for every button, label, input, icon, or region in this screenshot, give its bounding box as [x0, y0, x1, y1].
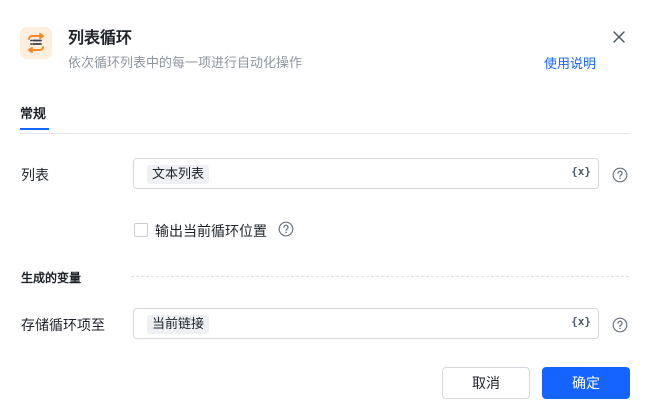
store-field[interactable]: 当前链接 {x}	[133, 308, 599, 339]
tab-general[interactable]: 常规	[20, 103, 46, 130]
insert-variable-button[interactable]: {x}	[571, 165, 591, 178]
list-loop-icon	[20, 27, 52, 59]
help-icon[interactable]	[612, 167, 628, 183]
cancel-button[interactable]: 取消	[442, 367, 530, 399]
dialog-subtitle: 依次循环列表中的每一项进行自动化操作	[68, 56, 303, 71]
generated-vars-title: 生成的变量	[21, 271, 82, 285]
help-link[interactable]: 使用说明	[544, 53, 596, 72]
dialog-title: 列表循环	[68, 28, 133, 47]
insert-variable-button[interactable]: {x}	[571, 315, 591, 328]
store-value-token[interactable]: 当前链接	[147, 315, 210, 334]
close-icon[interactable]	[610, 28, 628, 46]
help-icon[interactable]	[278, 221, 294, 237]
loop-list-dialog: 列表循环 依次循环列表中的每一项进行自动化操作 使用说明 常规 列表 文本列表 …	[0, 0, 654, 419]
store-label: 存储循环项至	[21, 318, 105, 334]
help-icon[interactable]	[612, 317, 628, 333]
list-value-token[interactable]: 文本列表	[147, 165, 210, 184]
tab-bar: 常规	[20, 103, 630, 134]
confirm-button[interactable]: 确定	[542, 367, 630, 399]
list-field[interactable]: 文本列表 {x}	[133, 158, 599, 189]
output-position-checkbox[interactable]	[134, 223, 148, 237]
output-position-label[interactable]: 输出当前循环位置	[155, 221, 267, 241]
list-label: 列表	[21, 168, 49, 184]
section-divider	[131, 276, 629, 277]
tab-active-indicator	[20, 128, 49, 130]
